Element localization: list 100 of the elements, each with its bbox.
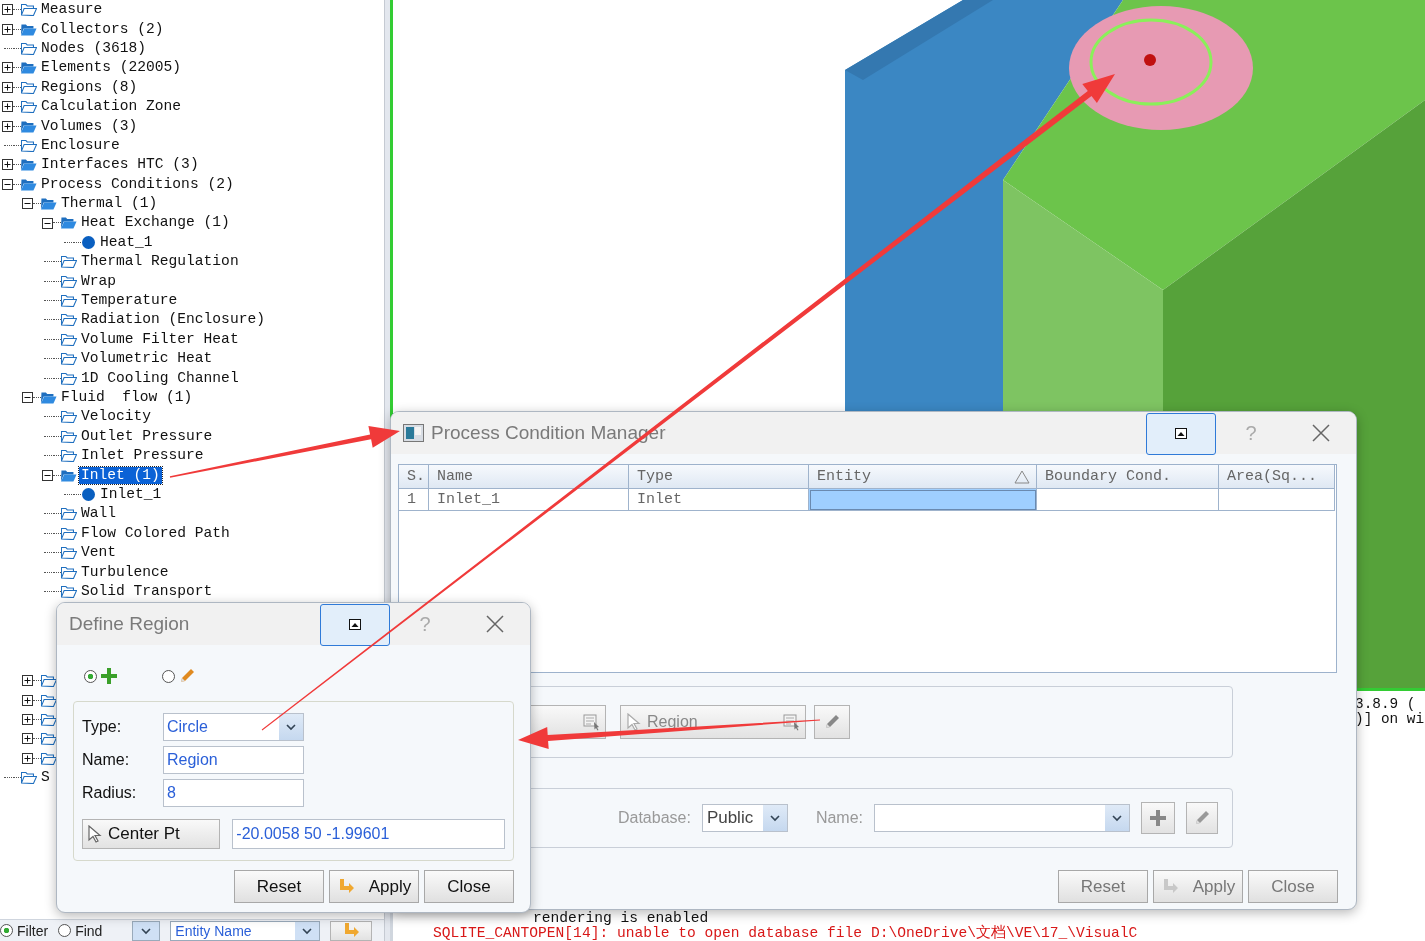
folder-icon (21, 100, 37, 114)
column-header[interactable]: Type (629, 465, 809, 489)
add-button[interactable] (1141, 802, 1175, 834)
column-header[interactable]: Entity (809, 465, 1037, 489)
restore-button[interactable] (320, 603, 390, 646)
dialog-button[interactable]: Apply (329, 870, 419, 903)
folder-icon (21, 80, 37, 94)
dialog-title: Define Region (69, 613, 190, 635)
folder-icon (61, 313, 77, 327)
edit-button[interactable] (1186, 802, 1218, 834)
tree-item[interactable]: Inlet_1 (98, 485, 164, 503)
column-header[interactable]: Area(Sq... (1219, 465, 1335, 489)
pencil-icon (823, 713, 841, 731)
tree-item[interactable]: Thermal (1) (59, 195, 160, 213)
expand-icon[interactable] (2, 120, 13, 132)
tree-item[interactable]: Volumes (3) (39, 117, 140, 135)
input-field[interactable]: Region (163, 745, 304, 774)
radio-button[interactable] (84, 669, 97, 683)
tree-item[interactable]: Regions (8) (39, 78, 140, 96)
dot-icon (81, 234, 96, 250)
restore-button[interactable] (1146, 412, 1216, 455)
column-header[interactable]: Boundary Cond. (1037, 465, 1219, 489)
collapse-icon[interactable] (22, 392, 33, 403)
tree-item[interactable]: Turbulence (79, 563, 171, 581)
expand-icon[interactable] (2, 62, 13, 74)
dropdown-button[interactable] (132, 920, 161, 941)
expand-icon[interactable] (2, 4, 13, 16)
edit-button[interactable] (814, 705, 850, 739)
dialog-button[interactable]: Close (424, 870, 514, 903)
tree-item[interactable]: Process Conditions (2) (39, 175, 236, 193)
tree-item[interactable]: Radiation (Enclosure) (79, 311, 267, 329)
tree-item[interactable]: Flow Colored Path (79, 524, 232, 542)
expand-icon[interactable] (2, 81, 13, 93)
tree-item[interactable]: Temperature (79, 292, 180, 310)
dot-icon (81, 486, 96, 502)
entity-name-dropdown[interactable]: Entity Name (170, 920, 321, 941)
expand-icon[interactable] (2, 23, 13, 35)
collapse-icon[interactable] (42, 217, 53, 229)
dialog-button[interactable]: Reset (1058, 870, 1148, 903)
dialog-button[interactable]: Apply (1153, 870, 1243, 903)
expand-icon[interactable] (22, 752, 33, 764)
tree-item[interactable]: 1D Cooling Channel (79, 369, 241, 387)
tree-item[interactable]: Wrap (79, 272, 119, 290)
collapse-icon[interactable] (2, 178, 13, 190)
tree-item[interactable]: Measure (39, 1, 105, 19)
tree-item[interactable]: Calculation Zone (39, 98, 184, 116)
center-point-button[interactable]: Center Pt (82, 819, 221, 849)
expand-icon[interactable] (22, 694, 33, 706)
tree-item[interactable]: Thermal Regulation (79, 253, 241, 271)
field-label: Radius: (82, 783, 138, 802)
table-cell: Inlet (629, 489, 809, 511)
window-icon (403, 424, 424, 442)
type-dropdown[interactable]: Circle (163, 712, 304, 741)
tree-item[interactable]: Volumetric Heat (79, 350, 215, 368)
cursor-icon (627, 713, 641, 731)
column-header[interactable]: S. (399, 465, 429, 489)
tree-item[interactable]: Outlet Pressure (79, 427, 215, 445)
tree-item[interactable]: Collectors (2) (39, 20, 166, 38)
tree-item[interactable]: Fluid flow (1) (59, 389, 195, 406)
tree-item[interactable]: Enclosure (39, 136, 122, 154)
dialog-button[interactable]: Reset (234, 870, 324, 903)
radio-option[interactable]: Filter (0, 922, 49, 939)
folder-icon (61, 332, 77, 346)
chevron-down-icon (768, 814, 781, 822)
tree-item[interactable]: Heat_1 (98, 233, 155, 251)
tree-item[interactable]: Wall (79, 505, 119, 523)
tree-item[interactable]: Elements (22005) (39, 59, 184, 77)
folder-icon (21, 61, 37, 75)
radio-button[interactable] (162, 669, 175, 683)
expand-icon[interactable] (2, 159, 13, 171)
input-field[interactable]: -20.0058 50 -1.99601 (232, 819, 505, 849)
tree-item[interactable]: Nodes (3618) (39, 39, 149, 57)
folder-icon (61, 216, 77, 230)
expand-icon[interactable] (2, 101, 13, 113)
tree-item[interactable]: Heat Exchange (1) (79, 214, 232, 232)
tree-item[interactable]: Inlet (1) (79, 466, 162, 484)
radio-option[interactable]: Find (58, 922, 103, 939)
cursor-icon (88, 825, 102, 843)
database-label: Database: (617, 809, 691, 827)
column-header[interactable]: Name (429, 465, 629, 489)
tree-item[interactable]: Interfaces HTC (3) (39, 156, 201, 174)
tree-item[interactable]: Velocity (79, 408, 154, 426)
dialog-button[interactable]: Close (1248, 870, 1338, 903)
tree-item[interactable]: Solid Transport (79, 582, 215, 600)
expand-icon[interactable] (22, 733, 33, 745)
collapse-icon[interactable] (22, 198, 33, 210)
expand-icon[interactable] (22, 714, 33, 726)
chevron-down-icon (1111, 814, 1123, 822)
name-label: Name: (815, 809, 863, 827)
folder-icon (21, 22, 37, 36)
tree-item[interactable]: Inlet Pressure (79, 447, 206, 465)
console-line: SQLITE_CANTOPEN[14]: unable to open database file D:\OneDrive\文档\VE\17_\VisualC (433, 926, 1139, 941)
tree-item[interactable]: S (39, 769, 52, 787)
expand-icon[interactable] (22, 675, 33, 687)
close-icon (486, 615, 504, 633)
tree-item[interactable]: Volume Filter Heat (79, 330, 241, 348)
input-field[interactable]: 8 (163, 778, 304, 807)
collapse-icon[interactable] (42, 469, 53, 481)
tree-item[interactable]: Vent (79, 544, 119, 562)
database-dropdown[interactable]: Public (701, 804, 788, 832)
